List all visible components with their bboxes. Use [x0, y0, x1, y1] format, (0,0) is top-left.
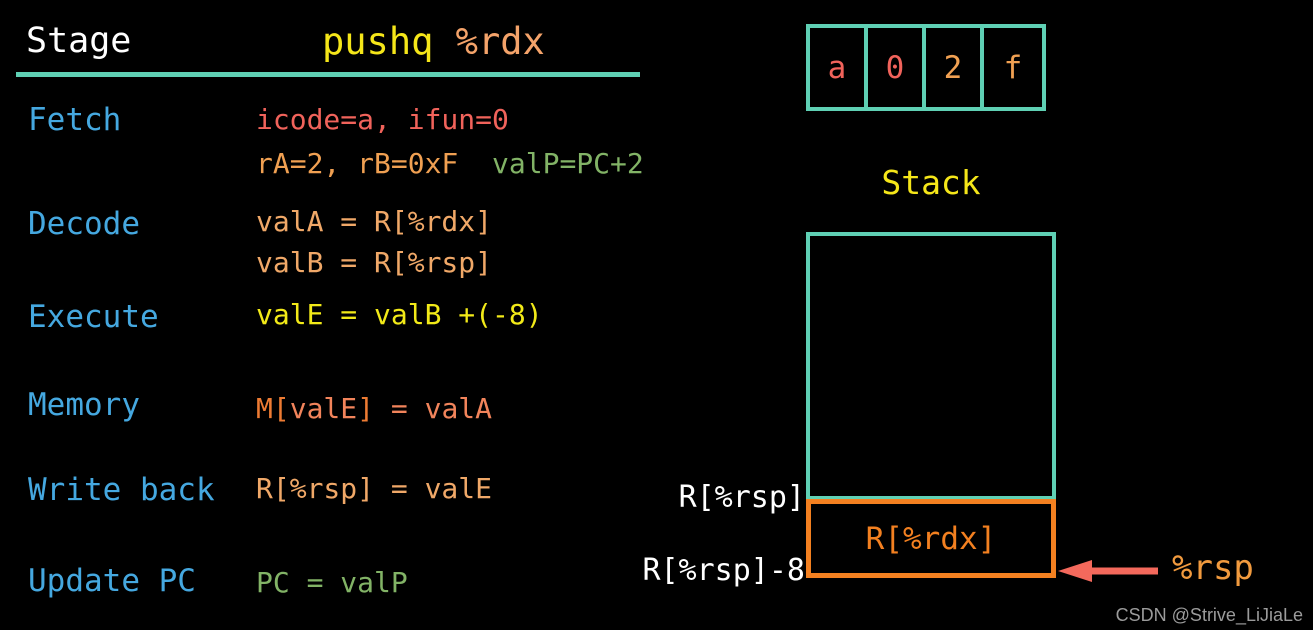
instruction-byte-value: 2 — [943, 49, 963, 86]
instruction-byte-value: f — [1003, 49, 1023, 86]
instruction-byte-cell: a — [810, 28, 868, 107]
watermark-text: CSDN @Strive_LiJiaLe — [1115, 605, 1303, 625]
instruction-byte-cell: f — [984, 28, 1042, 107]
rsp-pointer-label: %rsp — [1172, 548, 1254, 588]
instruction-byte-value: 0 — [885, 49, 905, 86]
instruction-byte-cell: 2 — [926, 28, 984, 107]
stack-region-box — [806, 232, 1056, 500]
pushed-value-slot: R[%rdx] — [806, 499, 1056, 578]
address-label-rsp: R[%rsp] — [678, 480, 805, 515]
instruction-byte-cell: 0 — [868, 28, 926, 107]
pushed-value-label: R[%rdx] — [865, 520, 997, 557]
address-label-rsp-minus-8: R[%rsp]-8 — [642, 553, 805, 588]
stack-title: Stack — [881, 163, 981, 202]
instruction-byte-value: a — [827, 49, 847, 86]
rsp-pointer-arrow — [1058, 560, 1158, 582]
instruction-byte-boxes: a 0 2 f — [806, 24, 1046, 111]
stack-diagram-panel: a 0 2 f Stack R[%rdx] R[%rsp] R[%rsp]-8 … — [0, 0, 1313, 630]
